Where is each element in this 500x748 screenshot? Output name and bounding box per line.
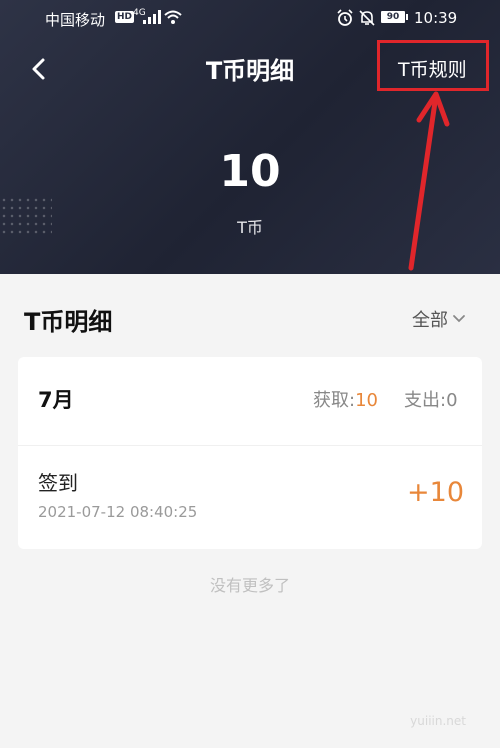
gain-summary: 获取:10	[313, 386, 378, 412]
spend-label: 支出:	[404, 390, 447, 411]
filter-dropdown[interactable]: 全部	[412, 306, 466, 332]
no-more-label: 没有更多了	[209, 576, 290, 595]
month-label: 7月	[38, 388, 74, 412]
spend-value: 0	[446, 390, 458, 411]
filter-label: 全部	[412, 310, 448, 331]
battery-icon: 90	[381, 11, 408, 23]
record-amount: +10	[407, 477, 464, 508]
balance-amount: 10	[219, 146, 281, 197]
gain-label: 获取:	[313, 390, 356, 411]
gain-value: 10	[355, 390, 378, 411]
header-banner: 中国移动 HD 4G 90 10:39 T币明细 T币规则 10 T币	[0, 0, 500, 274]
record-time: 2021-07-12 08:40:25	[38, 503, 198, 521]
hd-badge: HD	[115, 11, 135, 23]
spend-summary: 支出:0	[404, 386, 458, 412]
alarm-icon	[337, 9, 353, 26]
mute-icon	[359, 10, 375, 26]
status-bar: 中国移动 HD 4G 90 10:39	[0, 0, 500, 36]
watermark: yuiiin.net	[410, 714, 466, 728]
record-title: 签到	[38, 471, 78, 495]
signal-icon	[143, 10, 161, 24]
clock-time: 10:39	[414, 9, 458, 27]
section-title: T币明细	[24, 308, 113, 336]
chevron-down-icon	[453, 315, 465, 323]
balance-unit: T币	[237, 218, 263, 237]
divider	[18, 445, 482, 446]
records-card: 7月 获取:10 支出:0 签到 2021-07-12 08:40:25 +10	[18, 357, 482, 549]
wifi-icon	[164, 10, 182, 24]
carrier-label: 中国移动	[45, 11, 106, 29]
annotation-highlight-box	[377, 40, 489, 91]
